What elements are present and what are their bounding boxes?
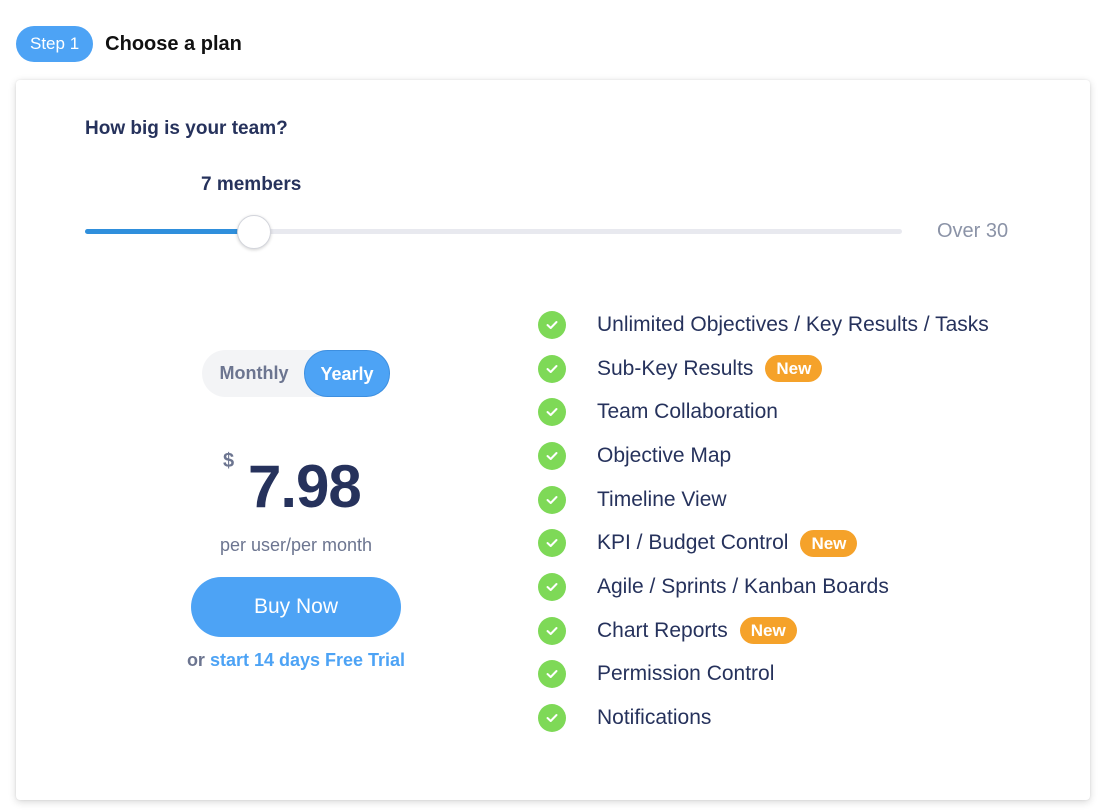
feature-item: Agile / Sprints / Kanban Boards bbox=[538, 565, 989, 609]
team-size-question: How big is your team? bbox=[85, 118, 288, 139]
buy-now-button[interactable]: Buy Now bbox=[191, 577, 401, 637]
feature-label: Sub-Key Results bbox=[597, 356, 754, 380]
feature-item: Permission Control bbox=[538, 653, 989, 697]
step-header: Step 1 Choose a plan bbox=[16, 26, 242, 62]
billing-toggle: Monthly Yearly bbox=[202, 350, 390, 397]
slider-max-label: Over 30 bbox=[937, 220, 1009, 242]
price-currency: $ bbox=[223, 450, 235, 472]
feature-item: Timeline View bbox=[538, 478, 989, 522]
price: $ 7.98 bbox=[16, 450, 576, 520]
feature-label: KPI / Budget Control bbox=[597, 531, 789, 555]
billing-monthly-option[interactable]: Monthly bbox=[202, 350, 306, 397]
step-title: Choose a plan bbox=[105, 32, 242, 55]
check-icon bbox=[538, 485, 566, 514]
feature-item: KPI / Budget Control New bbox=[538, 521, 989, 565]
trial-prefix: or bbox=[186, 650, 205, 670]
team-size-slider[interactable] bbox=[85, 215, 902, 249]
feature-label: Objective Map bbox=[597, 443, 732, 467]
feature-label: Notifications bbox=[597, 706, 712, 730]
feature-label: Timeline View bbox=[597, 487, 727, 511]
new-badge: New bbox=[765, 355, 823, 383]
check-icon bbox=[538, 660, 566, 689]
step-badge: Step 1 bbox=[16, 26, 94, 62]
feature-list: Unlimited Objectives / Key Results / Tas… bbox=[538, 303, 989, 740]
check-icon bbox=[538, 310, 566, 339]
slider-fill bbox=[85, 229, 255, 234]
feature-item: Chart Reports New bbox=[538, 609, 989, 653]
feature-item: Notifications bbox=[538, 696, 989, 740]
check-icon bbox=[538, 529, 566, 558]
feature-label: Permission Control bbox=[597, 662, 775, 686]
free-trial-link[interactable]: start 14 days Free Trial bbox=[210, 650, 405, 670]
feature-item: Team Collaboration bbox=[538, 390, 989, 434]
free-trial-line: or start 14 days Free Trial bbox=[16, 650, 576, 671]
check-icon bbox=[538, 354, 566, 383]
check-icon bbox=[538, 616, 566, 645]
billing-yearly-option[interactable]: Yearly bbox=[304, 350, 390, 397]
feature-label: Unlimited Objectives / Key Results / Tas… bbox=[597, 312, 989, 336]
check-icon bbox=[538, 572, 566, 601]
check-icon bbox=[538, 704, 566, 733]
check-icon bbox=[538, 441, 566, 470]
new-badge: New bbox=[800, 529, 858, 557]
feature-item: Unlimited Objectives / Key Results / Tas… bbox=[538, 303, 989, 347]
feature-item: Sub-Key Results New bbox=[538, 347, 989, 391]
feature-label: Chart Reports bbox=[597, 618, 728, 642]
plan-card: How big is your team? 7 members Over 30 … bbox=[16, 80, 1090, 800]
price-amount: 7.98 bbox=[248, 453, 362, 520]
feature-item: Objective Map bbox=[538, 434, 989, 478]
price-unit: per user/per month bbox=[219, 535, 373, 555]
feature-label: Agile / Sprints / Kanban Boards bbox=[597, 574, 889, 598]
new-badge: New bbox=[739, 617, 797, 645]
members-count-label: 7 members bbox=[201, 174, 302, 195]
slider-thumb[interactable] bbox=[237, 215, 272, 249]
feature-label: Team Collaboration bbox=[597, 400, 778, 424]
check-icon bbox=[538, 398, 566, 427]
